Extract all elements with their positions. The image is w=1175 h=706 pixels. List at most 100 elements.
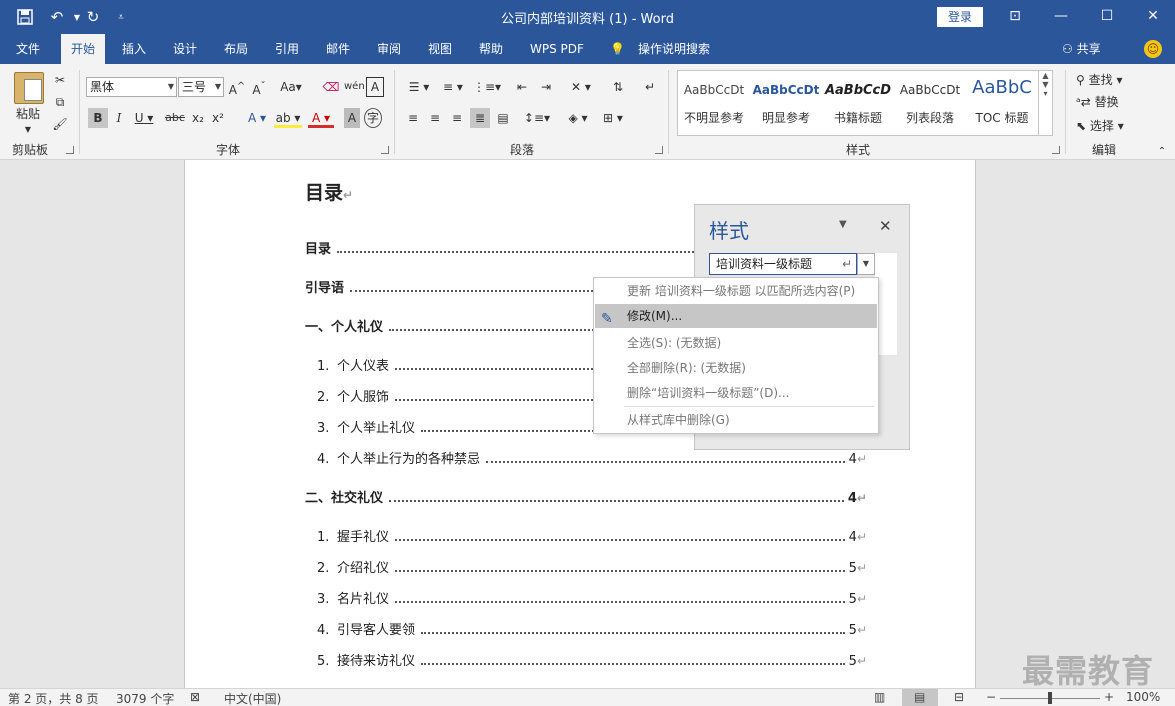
strikethrough-icon[interactable]: abc: [164, 108, 186, 128]
show-marks-icon[interactable]: ↵: [640, 77, 660, 97]
sort-icon[interactable]: ⇅: [608, 77, 628, 97]
font-color-icon[interactable]: A ▾: [308, 108, 334, 128]
style-book-title[interactable]: AaBbCcD 书籍标题: [822, 71, 894, 135]
share-button[interactable]: ⚇ 共享: [1062, 34, 1101, 64]
toc-entry[interactable]: 1. 握手礼仪 4 ↵: [317, 526, 867, 546]
font-launcher-icon[interactable]: [381, 146, 389, 154]
character-border-icon[interactable]: A: [366, 77, 384, 97]
close-window-icon[interactable]: ✕: [1138, 4, 1168, 28]
replace-button[interactable]: ᵃ⇄ 替换: [1076, 92, 1138, 112]
ribbon-display-icon[interactable]: ⊡: [1000, 4, 1030, 28]
borders-icon[interactable]: ⊞ ▾: [598, 108, 628, 128]
menu-item-delete-style[interactable]: 删除“培训资料一级标题”(D)...: [595, 381, 877, 405]
style-subtle-reference[interactable]: AaBbCcDt 不明显参考: [678, 71, 750, 135]
shading-icon[interactable]: ◈ ▾: [564, 108, 592, 128]
cut-icon[interactable]: ✂: [52, 70, 68, 90]
zoom-level[interactable]: 100%: [1126, 690, 1160, 704]
zoom-slider-thumb[interactable]: [1048, 692, 1052, 704]
toc-entry[interactable]: 5. 接待来访礼仪 5 ↵: [317, 650, 867, 670]
paste-icon[interactable]: [14, 72, 44, 104]
menu-item-modify[interactable]: ✎ 修改(M)...: [595, 304, 877, 328]
tab-mailings[interactable]: 邮件: [316, 34, 360, 64]
format-painter-icon[interactable]: 🖌: [52, 114, 68, 134]
decrease-indent-icon[interactable]: ⇤: [512, 77, 532, 97]
character-shading-icon[interactable]: A: [344, 108, 360, 128]
select-button[interactable]: ⬉ 选择 ▾: [1076, 116, 1138, 136]
multilevel-list-icon[interactable]: ⋮≡▾: [472, 77, 502, 97]
tab-review[interactable]: 审阅: [367, 34, 411, 64]
menu-item-delete-all[interactable]: 全部删除(R): (无数据): [595, 356, 877, 380]
paste-dropdown-icon[interactable]: ▼: [20, 120, 36, 140]
subscript-icon[interactable]: x₂: [190, 108, 206, 128]
web-layout-icon[interactable]: ⊟: [954, 690, 964, 704]
zoom-in-icon[interactable]: +: [1104, 690, 1114, 704]
proofing-icon[interactable]: ⊠: [190, 690, 200, 704]
line-spacing-icon[interactable]: ↕≡▾: [522, 108, 552, 128]
language-indicator[interactable]: 中文(中国): [224, 690, 281, 706]
styles-launcher-icon[interactable]: [1052, 146, 1060, 154]
menu-item-remove-from-gallery[interactable]: 从样式库中删除(G): [595, 408, 877, 432]
tab-design[interactable]: 设计: [163, 34, 207, 64]
toc-entry[interactable]: 4. 个人举止行为的各种禁忌 4 ↵: [317, 448, 867, 468]
style-name-input[interactable]: 培训资料一级标题 ↵: [709, 253, 857, 275]
superscript-icon[interactable]: x²: [210, 108, 226, 128]
word-count[interactable]: 3079 个字: [116, 690, 174, 706]
find-button[interactable]: ⚲ 查找 ▾: [1076, 70, 1138, 90]
tab-view[interactable]: 视图: [418, 34, 462, 64]
bold-icon[interactable]: B: [88, 108, 108, 128]
italic-icon[interactable]: I: [110, 108, 128, 128]
highlight-color-icon[interactable]: ab ▾: [274, 108, 302, 128]
read-mode-icon[interactable]: ▥: [874, 690, 885, 704]
menu-item-update-style[interactable]: 更新 培训资料一级标题 以匹配所选内容(P): [595, 279, 877, 303]
tab-wps-pdf[interactable]: WPS PDF: [520, 34, 594, 64]
style-toc-heading[interactable]: AaBbC TOC 标题: [966, 71, 1038, 135]
style-dropdown-button[interactable]: ▼: [857, 253, 875, 275]
font-size-combo[interactable]: 三号 ▼: [178, 77, 224, 97]
text-effects-icon[interactable]: A ▾: [244, 108, 270, 128]
close-icon[interactable]: ✕: [879, 217, 892, 235]
chinese-layout-icon[interactable]: ✕ ▾: [566, 77, 596, 97]
toc-entry[interactable]: 4. 引导客人要领 5 ↵: [317, 619, 867, 639]
font-name-combo[interactable]: 黑体 ▼: [86, 77, 177, 97]
phonetic-guide-icon[interactable]: wén: [344, 77, 365, 97]
tab-layout[interactable]: 布局: [214, 34, 258, 64]
toc-entry[interactable]: 3. 名片礼仪 5 ↵: [317, 588, 867, 608]
shrink-font-icon[interactable]: Aˇ: [250, 77, 268, 97]
minimize-icon[interactable]: —: [1046, 4, 1076, 28]
clear-formatting-icon[interactable]: ⌫: [322, 77, 340, 97]
tab-help[interactable]: 帮助: [469, 34, 513, 64]
toc-entry[interactable]: 2. 介绍礼仪 5 ↵: [317, 557, 867, 577]
grow-font-icon[interactable]: A^: [228, 77, 246, 97]
numbering-icon[interactable]: ≡ ▾: [438, 77, 468, 97]
style-list-paragraph[interactable]: AaBbCcDt 列表段落: [894, 71, 966, 135]
align-center-icon[interactable]: ≡: [426, 108, 444, 128]
pane-options-icon[interactable]: ▼: [839, 219, 847, 230]
align-left-icon[interactable]: ≡: [404, 108, 422, 128]
copy-icon[interactable]: ⧉: [52, 92, 68, 112]
justify-icon[interactable]: ≣: [470, 108, 490, 128]
bullets-icon[interactable]: ☰ ▾: [404, 77, 434, 97]
clipboard-launcher-icon[interactable]: [66, 146, 74, 154]
tab-references[interactable]: 引用: [265, 34, 309, 64]
paragraph-launcher-icon[interactable]: [655, 146, 663, 154]
toc-entry[interactable]: 二、社交礼仪 4 ↵: [305, 487, 867, 507]
align-right-icon[interactable]: ≡: [448, 108, 466, 128]
tab-home[interactable]: 开始: [61, 34, 106, 64]
gallery-scrollbar[interactable]: ▲ ▼ ▾: [1038, 71, 1052, 135]
page-count[interactable]: 第 2 页，共 8 页: [8, 690, 99, 706]
zoom-out-icon[interactable]: −: [986, 690, 996, 704]
feedback-smiley-icon[interactable]: ☺: [1144, 40, 1162, 58]
collapse-ribbon-icon[interactable]: ⌃: [1154, 142, 1170, 162]
login-button[interactable]: 登录: [937, 7, 983, 27]
distributed-icon[interactable]: ▤: [494, 108, 512, 128]
increase-indent-icon[interactable]: ⇥: [536, 77, 556, 97]
underline-icon[interactable]: U ▾: [132, 108, 156, 128]
enclose-characters-icon[interactable]: 字: [364, 108, 382, 128]
tab-file[interactable]: 文件: [6, 34, 50, 64]
menu-item-select-all[interactable]: 全选(S): (无数据): [595, 331, 877, 355]
change-case-icon[interactable]: Aa▾: [278, 77, 304, 97]
tab-insert[interactable]: 插入: [112, 34, 156, 64]
tell-me-search[interactable]: 操作说明搜索: [628, 34, 720, 64]
maximize-icon[interactable]: ☐: [1092, 4, 1122, 28]
style-intense-reference[interactable]: AaBbCcDt 明显参考: [750, 71, 822, 135]
